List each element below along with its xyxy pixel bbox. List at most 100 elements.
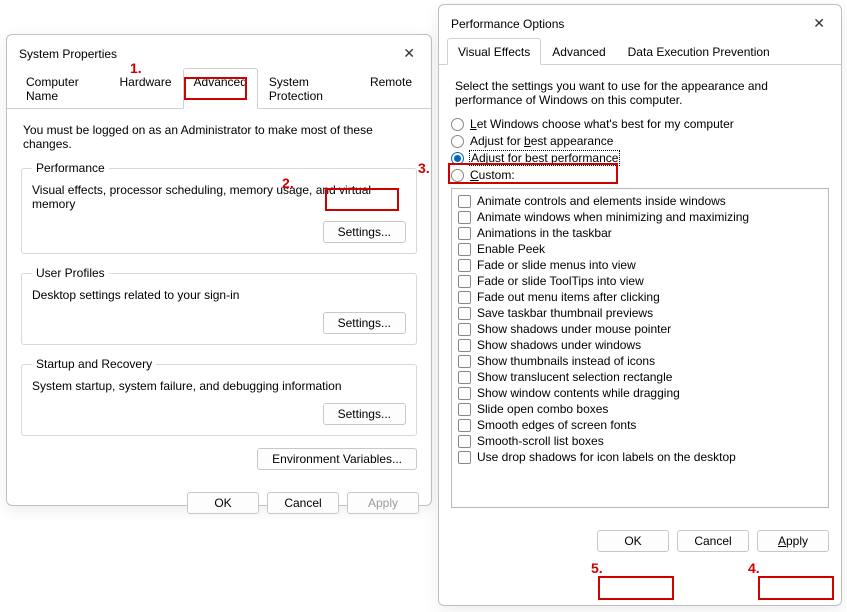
cancel-button[interactable]: Cancel: [677, 530, 749, 552]
radio-icon: [451, 135, 464, 148]
radio-label: Adjust for best performance: [470, 151, 619, 165]
item-label: Show thumbnails instead of icons: [477, 354, 655, 368]
ok-button[interactable]: OK: [187, 492, 259, 514]
tab-strip: Visual Effects Advanced Data Execution P…: [439, 38, 841, 65]
list-item[interactable]: Animate windows when minimizing and maxi…: [458, 209, 822, 225]
checkbox-icon: [458, 243, 471, 256]
tab-hardware[interactable]: Hardware: [108, 68, 182, 108]
item-label: Fade or slide menus into view: [477, 258, 636, 272]
list-item[interactable]: Use drop shadows for icon labels on the …: [458, 449, 822, 465]
tab-advanced[interactable]: Advanced: [541, 38, 616, 64]
close-icon[interactable]: ✕: [807, 13, 831, 34]
close-icon[interactable]: ✕: [397, 43, 421, 64]
item-label: Show window contents while dragging: [477, 386, 680, 400]
titlebar: System Properties ✕: [7, 35, 431, 68]
item-label: Smooth edges of screen fonts: [477, 418, 636, 432]
startup-recovery-group: Startup and Recovery System startup, sys…: [21, 357, 417, 436]
checkbox-icon: [458, 435, 471, 448]
item-label: Fade out menu items after clicking: [477, 290, 660, 304]
checkbox-icon: [458, 227, 471, 240]
list-item[interactable]: Show thumbnails instead of icons: [458, 353, 822, 369]
item-label: Smooth-scroll list boxes: [477, 434, 604, 448]
checkbox-icon: [458, 259, 471, 272]
checkbox-icon: [458, 387, 471, 400]
effects-listbox[interactable]: Animate controls and elements inside win…: [451, 188, 829, 508]
window-title: Performance Options: [451, 17, 564, 31]
startup-recovery-desc: System startup, system failure, and debu…: [32, 379, 406, 393]
apply-button[interactable]: Apply: [347, 492, 419, 514]
apply-button[interactable]: Apply: [757, 530, 829, 552]
list-item[interactable]: Fade out menu items after clicking: [458, 289, 822, 305]
tab-visual-effects[interactable]: Visual Effects: [447, 38, 541, 65]
performance-desc: Visual effects, processor scheduling, me…: [32, 183, 406, 211]
item-label: Save taskbar thumbnail previews: [477, 306, 653, 320]
list-item[interactable]: Animate controls and elements inside win…: [458, 193, 822, 209]
instruction-text: Select the settings you want to use for …: [455, 79, 785, 107]
checkbox-icon: [458, 339, 471, 352]
radio-label: Adjust for best appearance: [470, 134, 613, 148]
list-item[interactable]: Slide open combo boxes: [458, 401, 822, 417]
performance-settings-button[interactable]: Settings...: [323, 221, 406, 243]
item-label: Animate controls and elements inside win…: [477, 194, 726, 208]
user-profiles-desc: Desktop settings related to your sign-in: [32, 288, 406, 302]
tab-dep[interactable]: Data Execution Prevention: [617, 38, 781, 64]
radio-icon: [451, 118, 464, 131]
item-label: Show translucent selection rectangle: [477, 370, 672, 384]
list-item[interactable]: Smooth edges of screen fonts: [458, 417, 822, 433]
titlebar: Performance Options ✕: [439, 5, 841, 38]
list-item[interactable]: Smooth-scroll list boxes: [458, 433, 822, 449]
tab-advanced[interactable]: Advanced: [183, 68, 258, 109]
checkbox-icon: [458, 355, 471, 368]
dialog-buttons: OK Cancel Apply: [7, 482, 431, 526]
admin-instruction-text: You must be logged on as an Administrato…: [23, 123, 415, 151]
list-item[interactable]: Show shadows under windows: [458, 337, 822, 353]
tab-system-protection[interactable]: System Protection: [258, 68, 359, 108]
system-properties-window: System Properties ✕ Computer Name Hardwa…: [6, 34, 432, 506]
item-label: Enable Peek: [477, 242, 545, 256]
checkbox-icon: [458, 275, 471, 288]
dialog-body: You must be logged on as an Administrato…: [7, 109, 431, 482]
checkbox-icon: [458, 291, 471, 304]
checkbox-icon: [458, 211, 471, 224]
list-item[interactable]: Show translucent selection rectangle: [458, 369, 822, 385]
dialog-body: Select the settings you want to use for …: [439, 65, 841, 520]
checkbox-icon: [458, 451, 471, 464]
radio-best-appearance[interactable]: Adjust for best appearance: [451, 134, 829, 148]
checkbox-icon: [458, 403, 471, 416]
tab-strip: Computer Name Hardware Advanced System P…: [7, 68, 431, 109]
startup-recovery-legend: Startup and Recovery: [32, 357, 156, 371]
list-item[interactable]: Fade or slide ToolTips into view: [458, 273, 822, 289]
list-item[interactable]: Show window contents while dragging: [458, 385, 822, 401]
performance-legend: Performance: [32, 161, 109, 175]
user-profiles-legend: User Profiles: [32, 266, 109, 280]
ok-button[interactable]: OK: [597, 530, 669, 552]
radio-label: Custom:: [470, 168, 515, 182]
radio-label: Let Windows choose what's best for my co…: [470, 117, 734, 131]
radio-let-windows-choose[interactable]: Let Windows choose what's best for my co…: [451, 117, 829, 131]
user-profiles-group: User Profiles Desktop settings related t…: [21, 266, 417, 345]
checkbox-icon: [458, 419, 471, 432]
cancel-button[interactable]: Cancel: [267, 492, 339, 514]
list-item[interactable]: Show shadows under mouse pointer: [458, 321, 822, 337]
item-label: Use drop shadows for icon labels on the …: [477, 450, 736, 464]
startup-recovery-settings-button[interactable]: Settings...: [323, 403, 406, 425]
item-label: Slide open combo boxes: [477, 402, 608, 416]
item-label: Show shadows under mouse pointer: [477, 322, 671, 336]
list-item[interactable]: Enable Peek: [458, 241, 822, 257]
item-label: Show shadows under windows: [477, 338, 641, 352]
radio-icon: [451, 169, 464, 182]
list-item[interactable]: Animations in the taskbar: [458, 225, 822, 241]
list-item[interactable]: Fade or slide menus into view: [458, 257, 822, 273]
tab-computer-name[interactable]: Computer Name: [15, 68, 108, 108]
environment-variables-button[interactable]: Environment Variables...: [257, 448, 417, 470]
item-label: Animations in the taskbar: [477, 226, 612, 240]
user-profiles-settings-button[interactable]: Settings...: [323, 312, 406, 334]
radio-best-performance[interactable]: Adjust for best performance: [451, 151, 829, 165]
checkbox-icon: [458, 195, 471, 208]
list-item[interactable]: Save taskbar thumbnail previews: [458, 305, 822, 321]
radio-custom[interactable]: Custom:: [451, 168, 829, 182]
checkbox-icon: [458, 307, 471, 320]
window-title: System Properties: [19, 47, 117, 61]
tab-remote[interactable]: Remote: [359, 68, 423, 108]
item-label: Animate windows when minimizing and maxi…: [477, 210, 749, 224]
